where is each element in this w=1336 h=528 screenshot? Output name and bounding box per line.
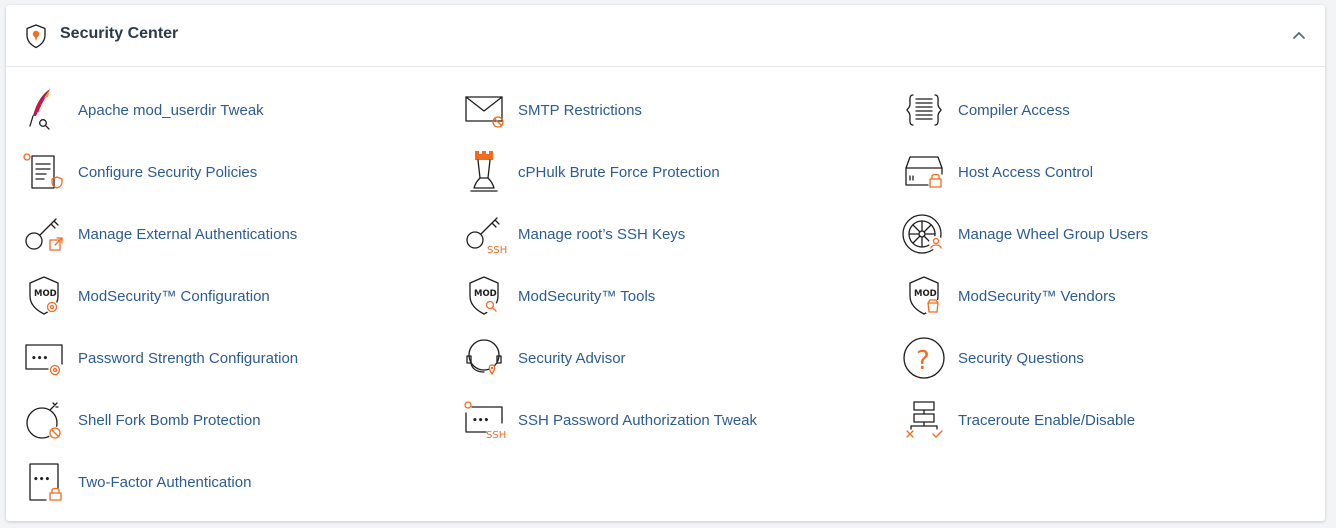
tool-label: ModSecurity™ Tools	[518, 287, 656, 305]
tool-manage-wheel-group-users[interactable]: Manage Wheel Group Users	[886, 210, 1306, 258]
tool-security-advisor[interactable]: Security Advisor	[446, 334, 866, 382]
tool-label: SMTP Restrictions	[518, 101, 642, 119]
svg-text:?: ?	[916, 346, 930, 376]
question-icon: ?	[900, 334, 948, 382]
ssh-password-icon: ••• SSH	[460, 396, 508, 444]
tool-cphulk-brute-force-protection[interactable]: cPHulk Brute Force Protection	[446, 148, 866, 196]
chevron-up-icon	[1293, 31, 1305, 39]
tool-label: Host Access Control	[958, 163, 1094, 181]
tool-label: cPHulk Brute Force Protection	[518, 163, 720, 181]
panel-header: Security Center	[6, 5, 1325, 67]
tool-manage-external-authentications[interactable]: Manage External Authentications	[6, 210, 426, 258]
tool-label: Security Advisor	[518, 349, 626, 367]
tool-label: Compiler Access	[958, 101, 1070, 119]
ssh-key-icon: SSH	[460, 210, 508, 258]
two-factor-icon: •••	[20, 458, 68, 506]
external-key-icon	[20, 210, 68, 258]
svg-text:MOD: MOD	[34, 289, 57, 299]
security-advisor-icon	[460, 334, 508, 382]
compiler-icon	[900, 86, 948, 134]
chess-rook-icon	[460, 148, 508, 196]
tool-smtp-restrictions[interactable]: SMTP Restrictions	[446, 86, 866, 134]
tool-label: Configure Security Policies	[78, 163, 258, 181]
tool-label: Password Strength Configuration	[78, 349, 299, 367]
password-gear-icon: •••	[20, 334, 68, 382]
wheel-users-icon	[900, 210, 948, 258]
tool-apache-mod-userdir-tweak[interactable]: Apache mod_userdir Tweak	[6, 86, 426, 134]
tool-label: Apache mod_userdir Tweak	[78, 101, 264, 119]
tool-host-access-control[interactable]: Host Access Control	[886, 148, 1306, 196]
tool-modsecurity-tools[interactable]: MOD ModSecurity™ Tools	[446, 272, 866, 320]
tool-two-factor-authentication[interactable]: ••• Two-Factor Authentication	[6, 458, 426, 506]
svg-text:MOD: MOD	[474, 289, 497, 299]
tool-label: ModSecurity™ Configuration	[78, 287, 270, 305]
tool-label: Security Questions	[958, 349, 1084, 367]
host-lock-icon	[900, 148, 948, 196]
tool-security-questions[interactable]: ? Security Questions	[886, 334, 1306, 382]
tool-manage-root-ssh-keys[interactable]: SSH Manage root’s SSH Keys	[446, 210, 866, 258]
svg-text:•••: •••	[472, 416, 489, 426]
modsecurity-tools-icon: MOD	[460, 272, 508, 320]
svg-text:MOD: MOD	[914, 289, 937, 299]
tool-password-strength-configuration[interactable]: ••• Password Strength Configuration	[6, 334, 426, 382]
tool-label: Manage root’s SSH Keys	[518, 225, 686, 243]
modsecurity-vendors-icon: MOD	[900, 272, 948, 320]
tool-label: Manage External Authentications	[78, 225, 298, 243]
tool-shell-fork-bomb-protection[interactable]: Shell Fork Bomb Protection	[6, 396, 426, 444]
tool-ssh-password-authorization-tweak[interactable]: ••• SSH SSH Password Authorization Tweak	[446, 396, 866, 444]
tool-label: Shell Fork Bomb Protection	[78, 411, 261, 429]
tool-label: SSH Password Authorization Tweak	[518, 411, 758, 429]
collapse-button[interactable]	[1289, 25, 1309, 45]
security-policy-icon	[20, 148, 68, 196]
security-center-panel: Security Center Apache mod_userdir Tweak	[6, 5, 1325, 521]
apache-feather-icon	[20, 86, 68, 134]
modsecurity-gear-icon: MOD	[20, 272, 68, 320]
svg-text:SSH: SSH	[487, 245, 507, 256]
tool-label: Manage Wheel Group Users	[958, 225, 1149, 243]
traceroute-icon	[900, 396, 948, 444]
svg-text:•••: •••	[33, 475, 50, 485]
tool-configure-security-policies[interactable]: Configure Security Policies	[6, 148, 426, 196]
tool-label: Traceroute Enable/Disable	[958, 411, 1136, 429]
tool-label: Two-Factor Authentication	[78, 473, 252, 491]
tool-label: ModSecurity™ Vendors	[958, 287, 1116, 305]
tool-compiler-access[interactable]: Compiler Access	[886, 86, 1306, 134]
fork-bomb-icon	[20, 396, 68, 444]
svg-text:SSH: SSH	[486, 430, 506, 441]
page-title: Security Center	[60, 25, 179, 42]
smtp-envelope-icon	[460, 86, 508, 134]
shield-icon	[23, 23, 49, 49]
svg-text:•••: •••	[31, 354, 48, 364]
tool-modsecurity-configuration[interactable]: MOD ModSecurity™ Configuration	[6, 272, 426, 320]
tool-traceroute-enable-disable[interactable]: Traceroute Enable/Disable	[886, 396, 1306, 444]
tool-modsecurity-vendors[interactable]: MOD ModSecurity™ Vendors	[886, 272, 1306, 320]
